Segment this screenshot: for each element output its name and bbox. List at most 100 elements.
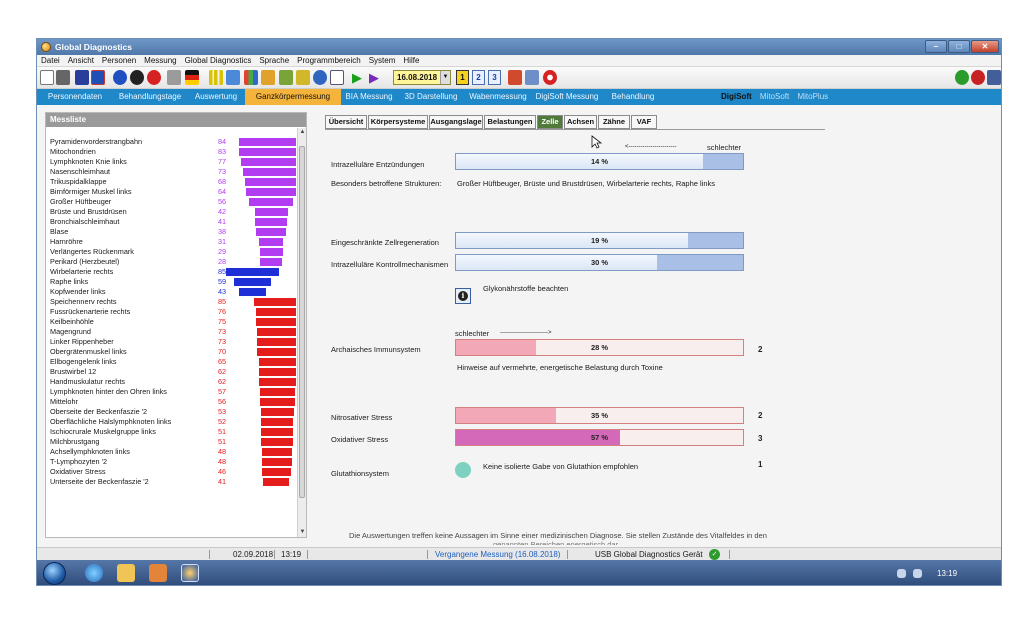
fast-forward-icon[interactable]: ▶ [369, 70, 383, 85]
nav-wabenmessung[interactable]: Wabenmessung [465, 89, 531, 105]
menu-ansicht[interactable]: Ansicht [64, 55, 98, 67]
bars-icon[interactable] [209, 70, 223, 85]
user-red-icon[interactable] [971, 70, 985, 85]
messliste-row[interactable]: Oberseite der Beckenfaszie '2 53 [46, 407, 296, 417]
chart-icon[interactable] [226, 70, 240, 85]
close-button[interactable]: ✕ [971, 40, 999, 53]
messliste-row[interactable]: Perikard (Herzbeutel) 28 [46, 257, 296, 267]
messliste-row[interactable]: Bronchialschleimhaut 41 [46, 217, 296, 227]
menu-programmbereich[interactable]: Programmbereich [293, 55, 365, 67]
nav-digisoft-messung[interactable]: DigiSoft Messung [531, 89, 603, 105]
nav-mitoplus[interactable]: MitoPlus [797, 92, 828, 101]
menu-sprache[interactable]: Sprache [255, 55, 293, 67]
menu-personen[interactable]: Personen [98, 55, 140, 67]
tab-belastungen[interactable]: Belastungen [484, 115, 536, 129]
page-button-2[interactable]: 2 [472, 70, 485, 85]
scroll-thumb[interactable] [299, 146, 305, 498]
messliste-row[interactable]: Fussrückenarterie rechts 76 [46, 307, 296, 317]
tab-zelle[interactable]: Zelle [537, 115, 563, 129]
messliste-row[interactable]: T-Lymphozyten '2 48 [46, 457, 296, 467]
messliste-row[interactable]: Linker Rippenheber 73 [46, 337, 296, 347]
messliste-row[interactable]: Pyramidenvorderstrangbahn 84 [46, 137, 296, 147]
nav-ganzkoerpermessung[interactable]: Ganzkörpermessung [245, 89, 341, 105]
messliste-row[interactable]: Verlängertes Rückenmark 29 [46, 247, 296, 257]
messliste-row[interactable]: Ischiocrurale Muskelgruppe links 51 [46, 427, 296, 437]
messliste-row[interactable]: Oberflächliche Halslymphknoten links 52 [46, 417, 296, 427]
list-icon[interactable] [75, 70, 89, 85]
flag-icon[interactable] [185, 70, 199, 85]
tray-network-icon[interactable] [897, 569, 906, 578]
nav-bia-messung[interactable]: BIA Messung [341, 89, 397, 105]
spectrum-icon[interactable] [244, 70, 258, 85]
print-icon[interactable] [56, 70, 70, 85]
tab-achsen[interactable]: Achsen [564, 115, 597, 129]
menu-hilfe[interactable]: Hilfe [399, 55, 423, 67]
scroll-down-icon[interactable]: ▼ [298, 528, 307, 537]
messliste-row[interactable]: Birnförmiger Muskel links 64 [46, 187, 296, 197]
messliste-row[interactable]: Keilbeinhöhle 75 [46, 317, 296, 327]
messliste-row[interactable]: Harnröhre 31 [46, 237, 296, 247]
tab-zaehne[interactable]: Zähne [598, 115, 630, 129]
messliste-scrollbar[interactable]: ▲ ▼ [297, 128, 306, 537]
play-icon[interactable]: ▶ [352, 70, 366, 85]
nav-3d-darstellung[interactable]: 3D Darstellung [397, 89, 465, 105]
windows-start-icon[interactable] [43, 562, 66, 585]
menu-system[interactable]: System [365, 55, 400, 67]
export-icon[interactable] [987, 70, 1001, 85]
nav-behandlung[interactable]: Behandlung [603, 89, 663, 105]
grid-icon[interactable] [296, 70, 310, 85]
measurement-date-select[interactable]: 16.08.2018 ▼ [393, 70, 451, 85]
tab-vaf[interactable]: VAF [631, 115, 657, 129]
messliste-row[interactable]: Ellbogengelenk links 65 [46, 357, 296, 367]
messliste-row[interactable]: Brüste und Brustdrüsen 42 [46, 207, 296, 217]
tab-uebersicht[interactable]: Übersicht [325, 115, 367, 129]
messliste-row[interactable]: Brustwirbel 12 62 [46, 367, 296, 377]
info-blue-icon[interactable] [113, 70, 127, 85]
camera-icon[interactable] [167, 70, 181, 85]
messliste-row[interactable]: Nasenschleimhaut 73 [46, 167, 296, 177]
messliste-row[interactable]: Trikuspidalklappe 68 [46, 177, 296, 187]
nav-auswertung[interactable]: Auswertung [187, 89, 245, 105]
messliste-row[interactable]: Lymphknoten Knie links 77 [46, 157, 296, 167]
messliste-row[interactable]: Raphe links 59 [46, 277, 296, 287]
messliste-row[interactable]: Wirbelarterie rechts 85 [46, 267, 296, 277]
messliste-row[interactable]: Unterseite der Beckenfaszie '2 41 [46, 477, 296, 487]
messliste-row[interactable]: Achsellymphknoten links 48 [46, 447, 296, 457]
messliste-row[interactable]: Blase 38 [46, 227, 296, 237]
chevron-down-icon[interactable]: ▼ [440, 71, 450, 84]
info-red-icon[interactable] [147, 70, 161, 85]
browser-icon[interactable] [85, 564, 103, 582]
support-icon[interactable] [543, 70, 557, 85]
messliste-row[interactable]: Obergrätenmuskel links 70 [46, 347, 296, 357]
minimize-button[interactable]: – [925, 40, 947, 53]
messliste-row[interactable]: Magengrund 73 [46, 327, 296, 337]
menu-datei[interactable]: Datei [37, 55, 64, 67]
messliste-row[interactable]: Speichennerv rechts 85 [46, 297, 296, 307]
media-player-icon[interactable] [149, 564, 167, 582]
nav-behandlungstage[interactable]: Behandlungstage [113, 89, 187, 105]
info-black-icon[interactable] [130, 70, 144, 85]
nav-mitosoft[interactable]: MitoSoft [760, 92, 789, 101]
globe-icon[interactable] [313, 70, 327, 85]
maximize-button[interactable]: □ [948, 40, 970, 53]
tab-koerpersysteme[interactable]: Körpersysteme [368, 115, 428, 129]
menu-global-diagnostics[interactable]: Global Diagnostics [181, 55, 256, 67]
messliste-row[interactable]: Lymphknoten hinter den Ohren links 57 [46, 387, 296, 397]
messliste-row[interactable]: Mitochondrien 83 [46, 147, 296, 157]
document-icon[interactable] [330, 70, 344, 85]
explorer-icon[interactable] [117, 564, 135, 582]
info-button[interactable]: i [455, 288, 471, 304]
scroll-up-icon[interactable]: ▲ [298, 128, 307, 137]
messliste-row[interactable]: Mittelohr 56 [46, 397, 296, 407]
person-card-icon[interactable] [91, 70, 105, 85]
new-document-icon[interactable] [40, 70, 54, 85]
menu-messung[interactable]: Messung [140, 55, 180, 67]
nav-digisoft[interactable]: DigiSoft [721, 92, 752, 101]
window-icon[interactable] [525, 70, 539, 85]
user-green-icon[interactable] [955, 70, 969, 85]
tray-volume-icon[interactable] [913, 569, 922, 578]
messliste-row[interactable]: Handmuskulatur rechts 62 [46, 377, 296, 387]
messliste-row[interactable]: Großer Hüftbeuger 56 [46, 197, 296, 207]
page-button-3[interactable]: 3 [488, 70, 501, 85]
table-icon[interactable] [508, 70, 522, 85]
